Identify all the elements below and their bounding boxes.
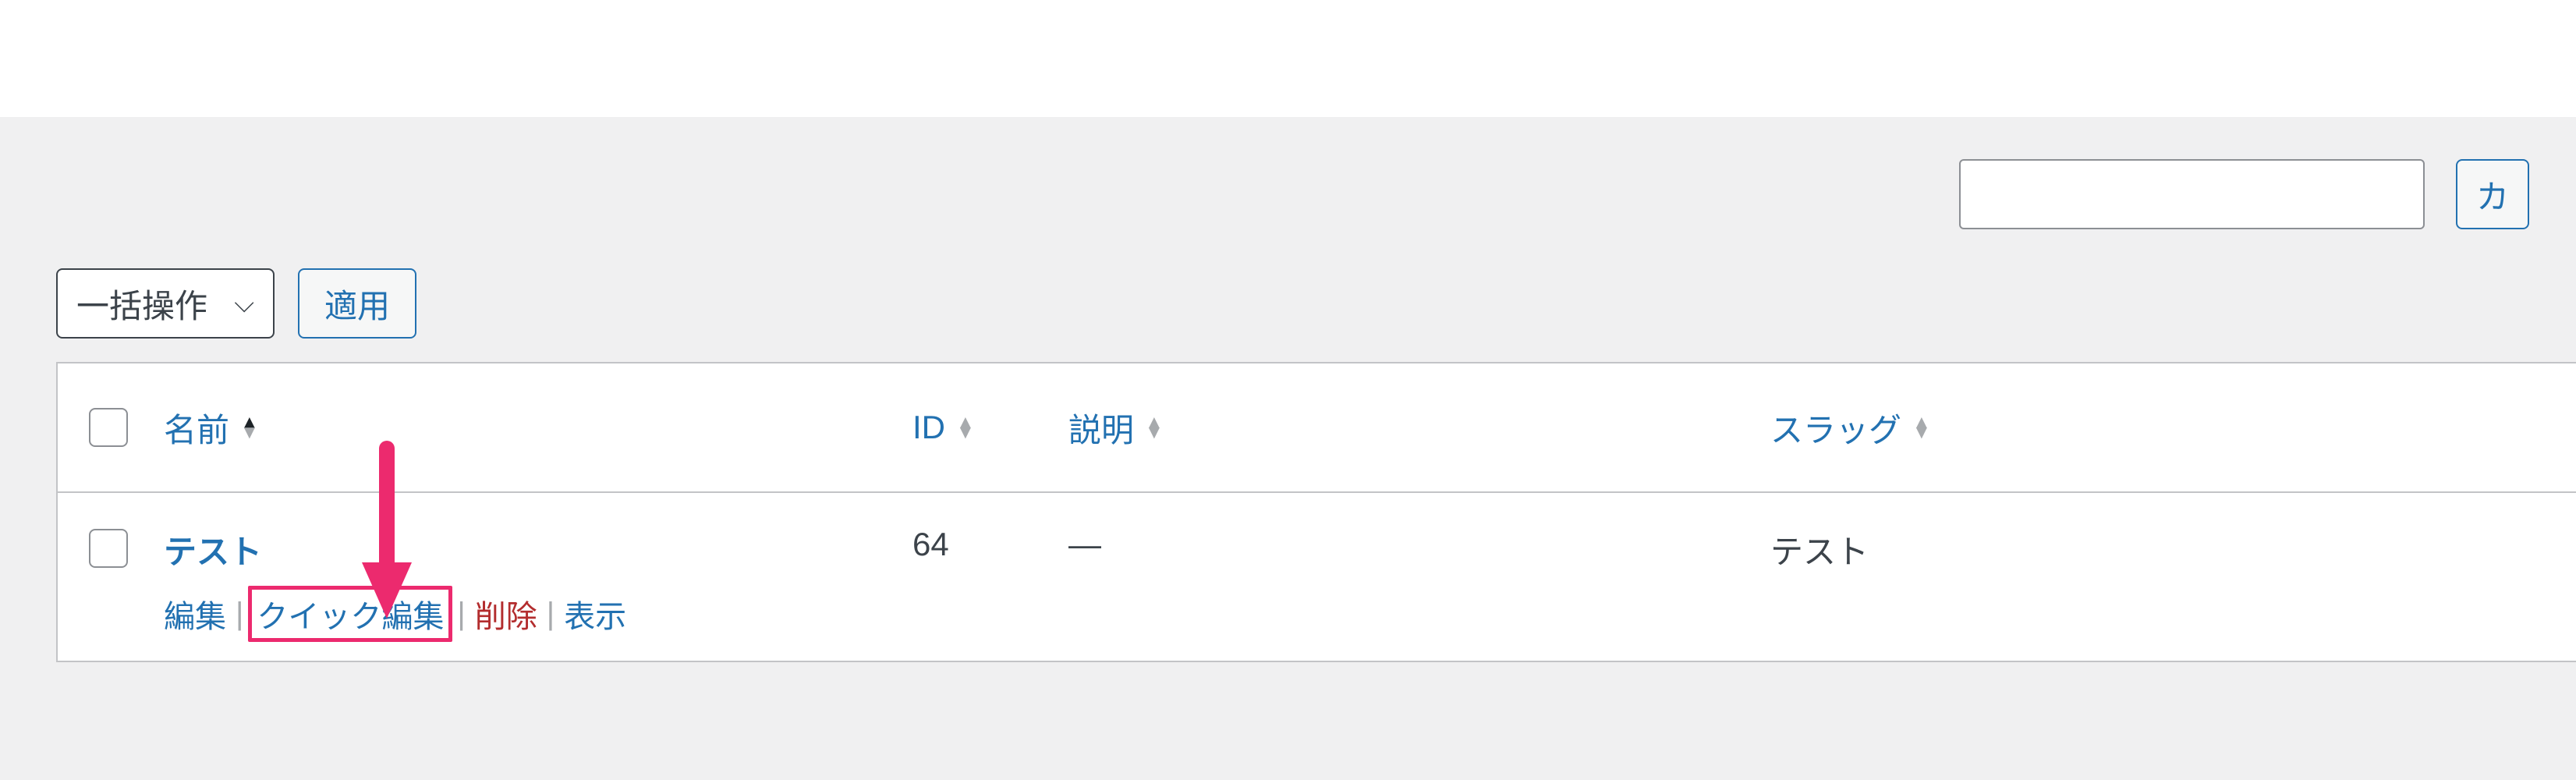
search-button[interactable]: カ	[2456, 159, 2529, 229]
column-header-slug-label: スラッグ	[1770, 404, 1901, 452]
view-link[interactable]: 表示	[556, 591, 634, 636]
row-checkbox[interactable]	[89, 529, 128, 568]
bulk-actions-bar: 一括操作 ⌵ 適用	[56, 268, 2576, 339]
edit-link[interactable]: 編集	[164, 591, 234, 636]
cell-id: 64	[912, 526, 1068, 563]
quick-edit-link[interactable]: クイック編集	[248, 586, 452, 642]
table-header-row: 名前 ▲▼ ID ▲▼ 説明 ▲▼	[58, 363, 2576, 493]
separator: |	[234, 597, 245, 632]
delete-link[interactable]: 削除	[467, 591, 545, 636]
separator: |	[455, 597, 466, 632]
sort-icon: ▲▼	[1912, 417, 1931, 438]
bulk-action-label: 一括操作	[76, 280, 207, 328]
bulk-action-select[interactable]: 一括操作 ⌵	[56, 268, 275, 339]
column-header-description[interactable]: 説明 ▲▼	[1068, 404, 1770, 452]
cell-slug: テスト	[1770, 526, 2576, 573]
cell-description: —	[1068, 526, 1770, 563]
chevron-down-icon: ⌵	[234, 289, 254, 319]
terms-table: 名前 ▲▼ ID ▲▼ 説明 ▲▼	[56, 362, 2576, 662]
column-header-id-label: ID	[912, 409, 945, 446]
sort-icon: ▲▼	[956, 417, 975, 438]
sort-icon: ▲▼	[1145, 417, 1164, 438]
column-header-id[interactable]: ID ▲▼	[912, 409, 1068, 446]
column-header-name[interactable]: 名前 ▲▼	[164, 404, 912, 452]
column-header-name-label: 名前	[164, 404, 229, 452]
row-actions: 編集 | クイック編集 | 削除 | 表示	[164, 586, 912, 642]
table-row: テスト 編集 | クイック編集 | 削除 | 表示 64 — テスト	[58, 493, 2576, 661]
term-title-link[interactable]: テスト	[164, 526, 912, 573]
column-header-description-label: 説明	[1068, 404, 1134, 452]
sort-icon: ▲▼	[240, 417, 259, 438]
apply-button[interactable]: 適用	[298, 268, 416, 339]
column-header-slug[interactable]: スラッグ ▲▼	[1770, 404, 2576, 452]
search-input[interactable]	[1959, 159, 2425, 229]
separator: |	[545, 597, 556, 632]
top-panel	[0, 0, 2576, 117]
select-all-checkbox[interactable]	[89, 408, 128, 447]
search-bar: カ	[56, 151, 2576, 237]
